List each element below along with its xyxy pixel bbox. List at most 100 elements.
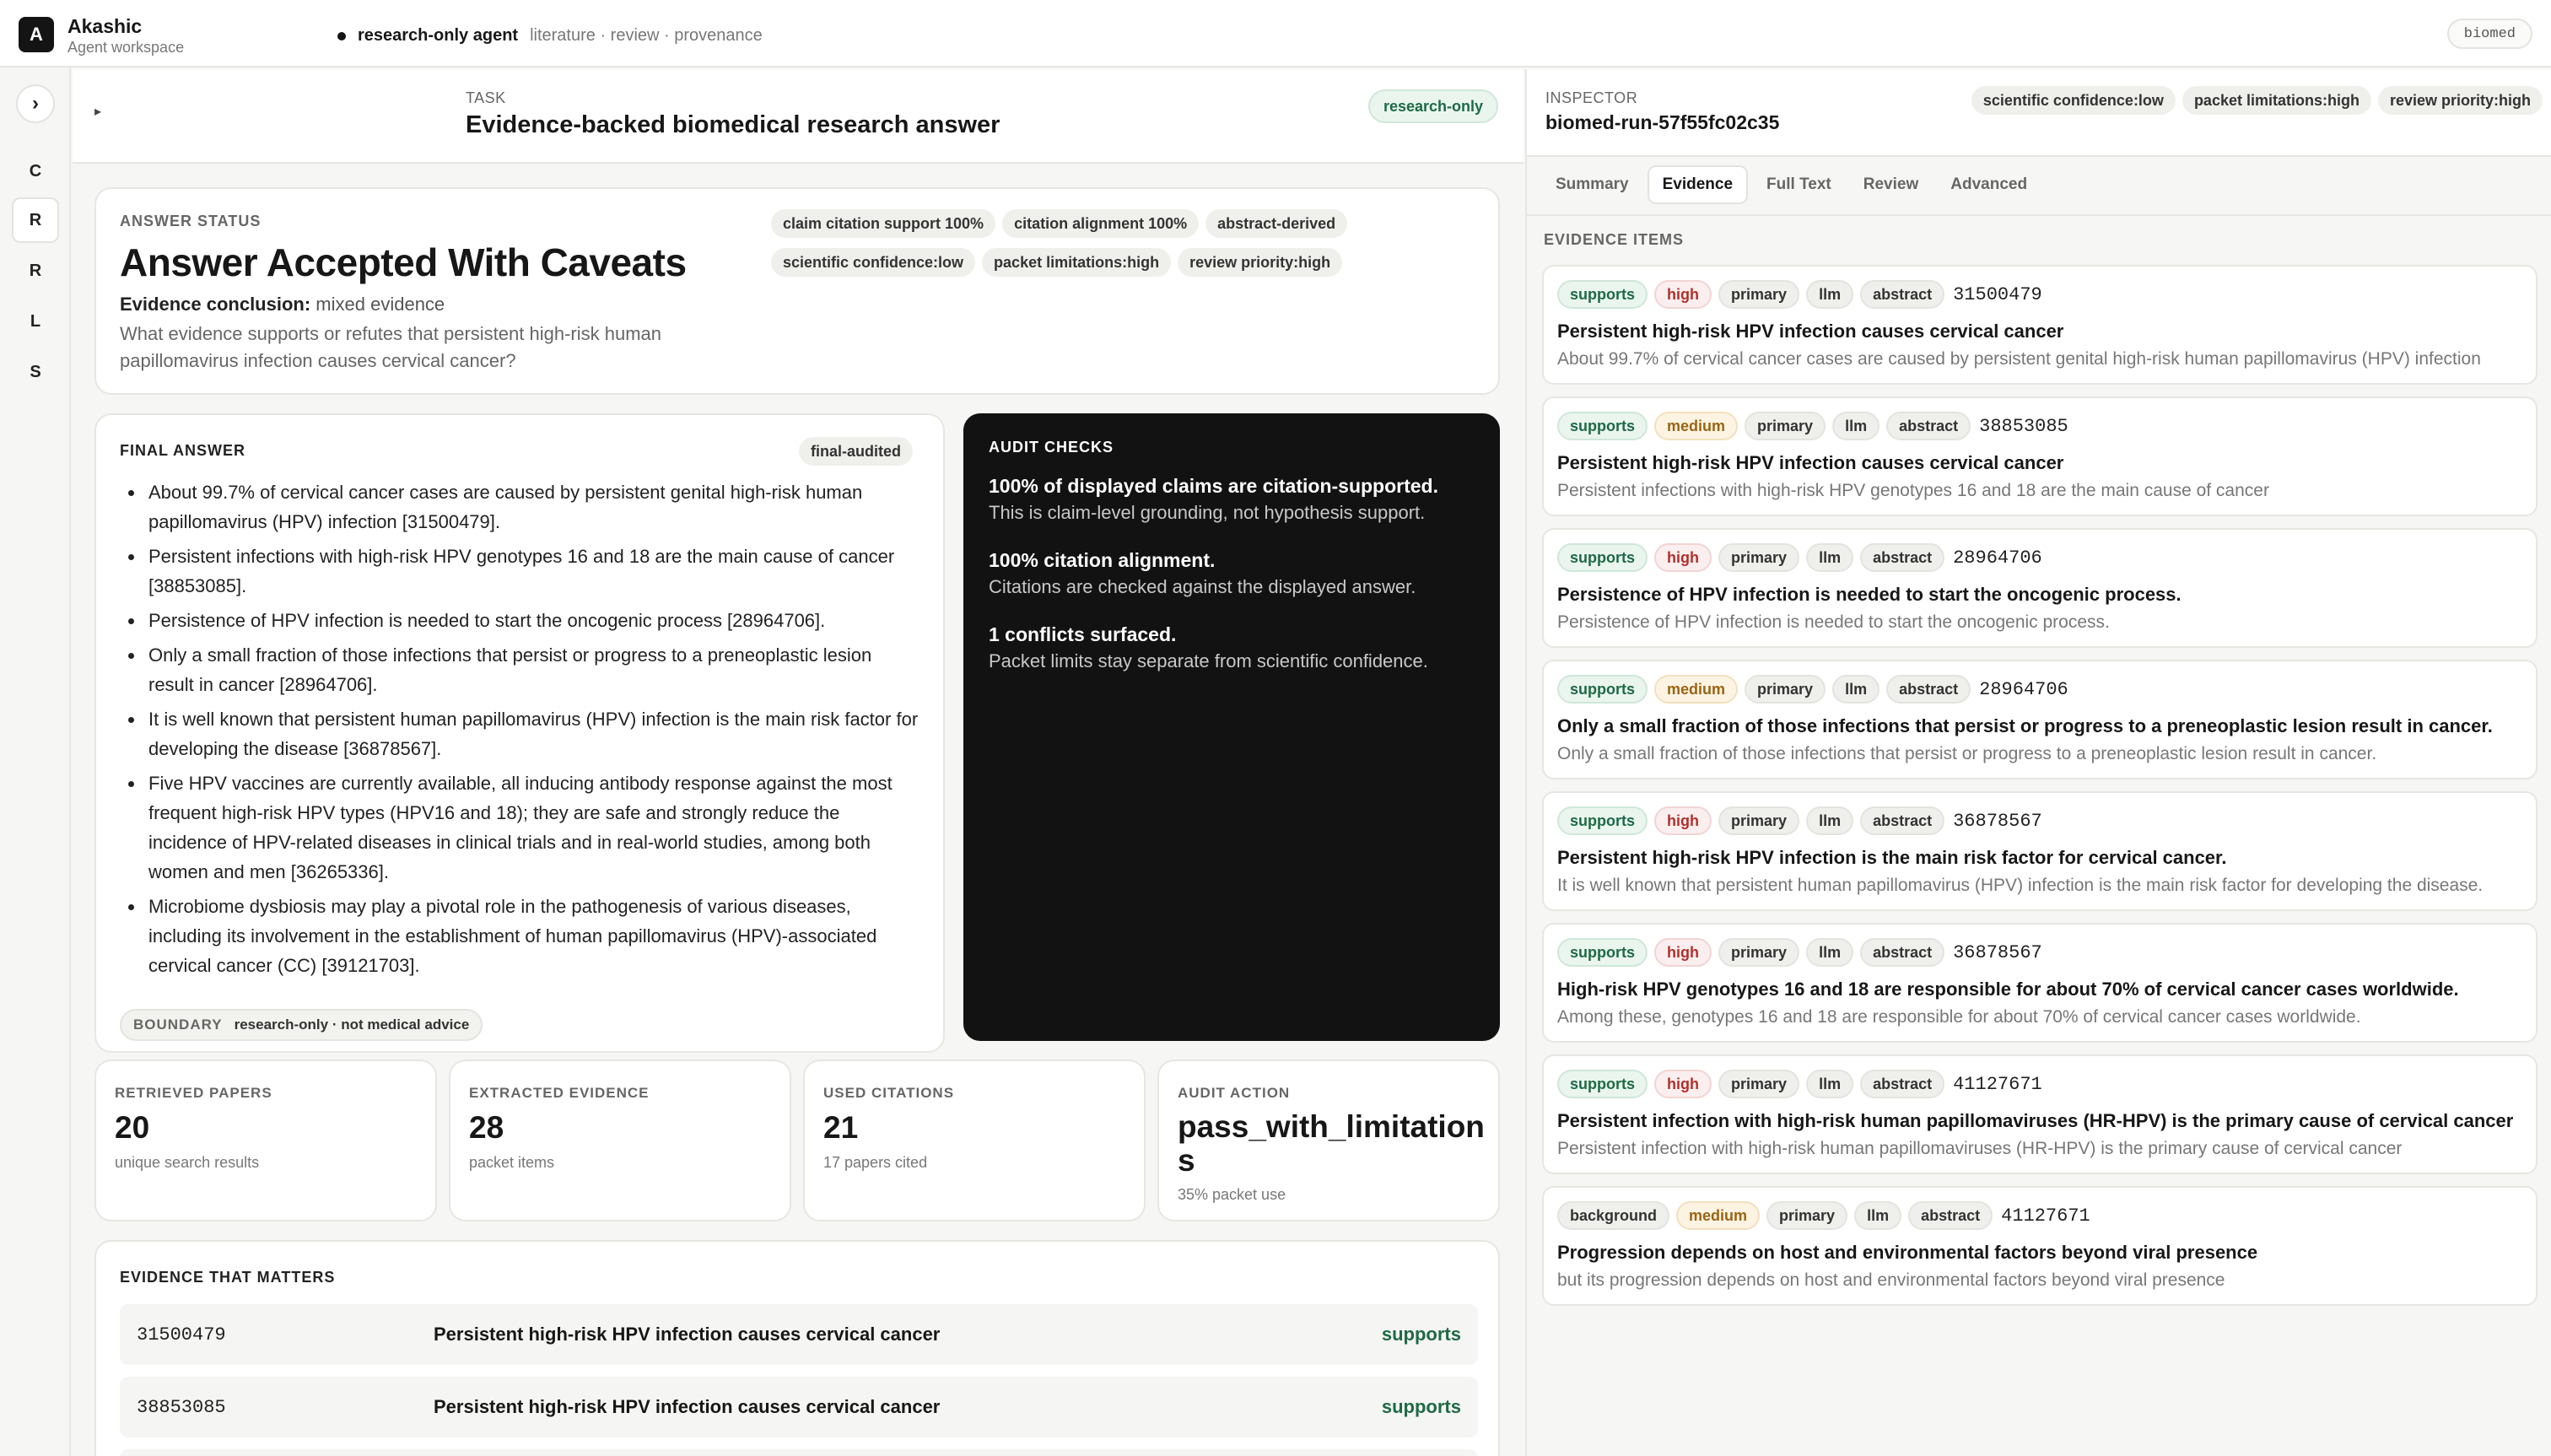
evidence-quote: but its progression depends on host and … — [1557, 1270, 2225, 1290]
rail-item-r-active[interactable]: R — [12, 197, 59, 243]
rail-item-r[interactable]: R — [12, 248, 59, 294]
inspector-chip: review priority:high — [2377, 86, 2543, 115]
evidence-conclusion-label: Evidence conclusion: — [120, 294, 311, 315]
answer-status-title: Answer Accepted With Caveats — [120, 240, 687, 284]
evidence-item[interactable]: supports medium primary llm abstract 38853085… — [1542, 396, 2538, 516]
evidence-method-tag: llm — [1832, 675, 1880, 704]
evidence-item-tags: supports high primary llm abstract 36878567 — [1557, 805, 2522, 837]
inspector-tabs: Summary Evidence Full Text Review Advanc… — [1542, 165, 2046, 204]
tab-summary[interactable]: Summary — [1542, 165, 1642, 204]
tab-evidence[interactable]: Evidence — [1647, 165, 1749, 204]
rail-item-s[interactable]: S — [12, 349, 59, 395]
tab-review[interactable]: Review — [1850, 165, 1932, 204]
evidence-item[interactable]: supports medium primary llm abstract 28964706… — [1542, 660, 2538, 779]
tab-full-text[interactable]: Full Text — [1753, 165, 1845, 204]
evidence-strength-tag: high — [1654, 1070, 1712, 1098]
evidence-item[interactable]: supports high primary llm abstract 31500479 Pe… — [1542, 265, 2538, 385]
collapse-caret-icon[interactable]: ▸ — [94, 103, 101, 120]
evidence-item-tags: supports high primary llm abstract 31500479 — [1557, 278, 2522, 310]
evidence-row[interactable]: 38853085 Persistent high-risk HPV infect… — [120, 1377, 1478, 1437]
evidence-row[interactable] — [120, 1449, 1478, 1456]
app-name: Akashic — [67, 15, 143, 37]
rail-item-c[interactable]: C — [12, 148, 59, 194]
evidence-strength-tag: high — [1654, 543, 1712, 572]
evidence-item-tags: supports medium primary llm abstract 28964706 — [1557, 673, 2522, 705]
rail-item-l[interactable]: L — [12, 299, 59, 344]
evidence-quote: Persistent infections with high-risk HPV… — [1557, 481, 2269, 500]
answer-claim: Only a small fraction of those infection… — [145, 640, 921, 699]
evidence-method-tag: llm — [1806, 806, 1854, 835]
inspector-run-id: biomed-run-57f55fc02c35 — [1545, 111, 1780, 133]
evidence-tier-tag: primary — [1718, 280, 1800, 309]
evidence-tier-tag: primary — [1718, 938, 1800, 967]
evidence-item[interactable]: supports high primary llm abstract 28964706 Pe… — [1542, 528, 2538, 648]
evidence-stance-tag: supports — [1557, 806, 1648, 835]
answer-claim: About 99.7% of cervical cancer cases are… — [145, 477, 921, 537]
boundary-value: research-only · not medical advice — [234, 1017, 470, 1033]
inspector-panel: INSPECTOR biomed-run-57f55fc02c35 scient… — [1525, 69, 2551, 1456]
final-answer-card: FINAL ANSWER final-audited About 99.7% o… — [94, 413, 945, 1053]
evidence-item-tags: supports high primary llm abstract 36878567 — [1557, 936, 2522, 968]
metric-sub: 35% packet use — [1178, 1186, 1286, 1203]
inspector-label: INSPECTOR — [1545, 89, 1638, 106]
inspector-chip: packet limitations:high — [2182, 86, 2371, 115]
main-panel: ▸ TASK Evidence-backed biomedical resear… — [73, 69, 1524, 1456]
evidence-source-tag: abstract — [1908, 1201, 1993, 1230]
evidence-method-tag: llm — [1806, 280, 1854, 309]
metric-sub: 17 papers cited — [823, 1154, 928, 1171]
left-rail: › C R R L S — [0, 67, 71, 1456]
status-dot-icon — [337, 31, 346, 40]
metric-retrieved-papers: RETRIEVED PAPERS 20 unique search result… — [94, 1060, 437, 1221]
evidence-pmid: 28964706 — [1953, 547, 2042, 569]
evidence-row-pmid: 31500479 — [137, 1324, 226, 1345]
evidence-method-tag: llm — [1854, 1201, 1902, 1230]
agent-mode-name: research-only agent — [358, 26, 519, 45]
status-chip: abstract-derived — [1205, 209, 1348, 238]
evidence-item-tags: supports medium primary llm abstract 38853085 — [1557, 410, 2522, 442]
evidence-quote: About 99.7% of cervical cancer cases are… — [1557, 349, 2481, 369]
evidence-item-tags: supports high primary llm abstract 28964706 — [1557, 542, 2522, 574]
evidence-quote: Persistent infection with high-risk huma… — [1557, 1139, 2403, 1158]
answer-claim: Microbiome dysbiosis may play a pivotal … — [145, 892, 921, 980]
environment-badge: biomed — [2446, 19, 2532, 49]
app-logo[interactable]: A — [19, 17, 54, 52]
evidence-item[interactable]: supports high primary llm abstract 41127671 Pe… — [1542, 1054, 2538, 1174]
evidence-row-claim: Persistent high-risk HPV infection cause… — [434, 1396, 941, 1417]
evidence-pmid: 38853085 — [1979, 415, 2068, 437]
evidence-claim: Persistent high-risk HPV infection cause… — [1557, 321, 2064, 342]
evidence-method-tag: llm — [1806, 938, 1854, 967]
metric-value: 20 — [115, 1110, 150, 1145]
evidence-row[interactable]: 31500479 Persistent high-risk HPV infect… — [120, 1304, 1478, 1365]
evidence-item[interactable]: supports high primary llm abstract 36878567 Hi… — [1542, 923, 2538, 1043]
research-question: What evidence supports or refutes that p… — [120, 323, 661, 371]
answer-status-card: ANSWER STATUS Answer Accepted With Cavea… — [94, 187, 1500, 395]
evidence-quote: It is well known that persistent human p… — [1557, 876, 2484, 895]
evidence-conclusion-value: mixed evidence — [316, 294, 445, 315]
evidence-item[interactable]: background medium primary llm abstract 411276… — [1542, 1186, 2538, 1306]
tab-advanced[interactable]: Advanced — [1937, 165, 2041, 204]
evidence-item[interactable]: supports high primary llm abstract 36878567 Pe… — [1542, 791, 2538, 911]
evidence-quote: Among these, genotypes 16 and 18 are res… — [1557, 1007, 2361, 1027]
audit-checks-card: AUDIT CHECKS 100% of displayed claims ar… — [963, 413, 1500, 1041]
metric-audit-action: AUDIT ACTION pass_with_limitations 35% p… — [1157, 1060, 1500, 1221]
evidence-source-tag: abstract — [1860, 806, 1945, 835]
evidence-pmid: 41127671 — [2001, 1205, 2090, 1227]
evidence-stance-tag: background — [1557, 1201, 1670, 1230]
evidence-row-stance: supports — [1381, 1396, 1461, 1417]
evidence-row-stance: supports — [1381, 1324, 1461, 1345]
audit-checks-label: AUDIT CHECKS — [989, 439, 1114, 456]
evidence-method-tag: llm — [1806, 543, 1854, 572]
evidence-quote: Persistence of HPV infection is needed t… — [1557, 612, 2110, 632]
answer-claim: Persistent infections with high-risk HPV… — [145, 542, 921, 601]
audit-check: 1 conflicts surfaced. Packet limits stay… — [989, 621, 1486, 675]
expand-rail-button[interactable]: › — [16, 84, 55, 123]
status-chip: claim citation support 100% — [771, 209, 996, 238]
evidence-claim: Persistent infection with high-risk huma… — [1557, 1110, 2514, 1131]
evidence-that-matters-label: EVIDENCE THAT MATTERS — [120, 1269, 336, 1286]
evidence-stance-tag: supports — [1557, 543, 1648, 572]
evidence-source-tag: abstract — [1860, 1070, 1945, 1098]
inspector-chip: scientific confidence:low — [1971, 86, 2176, 115]
evidence-pmid: 36878567 — [1953, 810, 2042, 832]
evidence-claim: High-risk HPV genotypes 16 and 18 are re… — [1557, 979, 2459, 1000]
evidence-quote: Only a small fraction of those infection… — [1557, 744, 2377, 763]
